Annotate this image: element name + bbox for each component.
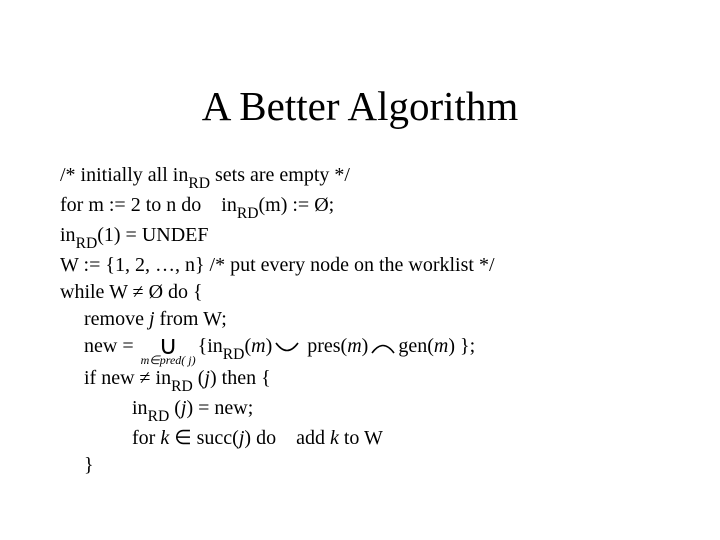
- var-m: m: [251, 335, 265, 357]
- text: {in: [198, 335, 223, 357]
- subscript-rd: RD: [171, 378, 193, 395]
- text: ∈ succ(: [169, 427, 239, 449]
- algo-line-3: W := {1, 2, …, n} /* put every node on t…: [60, 252, 670, 279]
- subscript-rd: RD: [188, 175, 210, 192]
- subscript-rd: RD: [223, 346, 245, 363]
- text: ) = new;: [186, 397, 253, 419]
- algo-line-1: for m := 2 to n do inRD(m) := Ø;: [60, 192, 670, 222]
- slide-title: A Better Algorithm: [0, 82, 720, 130]
- text: ): [362, 335, 369, 357]
- algo-line-6: new = ∪m∈pred( j){inRD(m) pres(m)gen(m) …: [60, 333, 670, 365]
- text: (: [193, 367, 205, 389]
- text: (: [169, 397, 181, 419]
- union-icon: [370, 337, 396, 364]
- text: gen(: [398, 335, 434, 357]
- text: for: [132, 427, 160, 449]
- algo-line-5: remove j from W;: [60, 306, 670, 333]
- union-subscript: m∈pred( j): [141, 355, 196, 365]
- text: (m) := Ø;: [259, 194, 335, 216]
- text: ) then {: [210, 367, 271, 389]
- var-k: k: [330, 427, 339, 449]
- text: remove: [84, 308, 149, 330]
- text: ) };: [448, 335, 475, 357]
- algo-line-4: while W ≠ Ø do {: [60, 279, 670, 306]
- text: (1) = UNDEF: [97, 224, 208, 246]
- algo-line-8: inRD (j) = new;: [60, 395, 670, 425]
- text: pres(: [302, 335, 347, 357]
- subscript-rd: RD: [237, 205, 259, 222]
- algo-line-10: }: [60, 452, 670, 479]
- algo-line-2: inRD(1) = UNDEF: [60, 222, 670, 252]
- text: /* initially all in: [60, 164, 188, 186]
- algo-line-7: if new ≠ inRD (j) then {: [60, 365, 670, 395]
- subscript-rd: RD: [148, 408, 170, 425]
- var-k: k: [160, 427, 169, 449]
- text: ) do add: [244, 427, 330, 449]
- text: ): [266, 335, 273, 357]
- text: if new ≠ in: [84, 367, 171, 389]
- var-m: m: [347, 335, 361, 357]
- text: to W: [339, 427, 383, 449]
- text: for m := 2 to n do in: [60, 194, 237, 216]
- slide: A Better Algorithm /* initially all inRD…: [0, 0, 720, 540]
- big-union-icon: ∪m∈pred( j): [141, 337, 196, 365]
- algorithm-body: /* initially all inRD sets are empty */ …: [60, 162, 670, 479]
- algo-line-9: for k ∈ succ(j) do add k to W: [60, 425, 670, 452]
- text: in: [60, 224, 76, 246]
- text: sets are empty */: [210, 164, 350, 186]
- intersect-icon: [274, 337, 300, 364]
- text: from W;: [155, 308, 227, 330]
- algo-line-0: /* initially all inRD sets are empty */: [60, 162, 670, 192]
- text: new =: [84, 335, 139, 357]
- text: in: [132, 397, 148, 419]
- subscript-rd: RD: [76, 235, 98, 252]
- var-m: m: [434, 335, 448, 357]
